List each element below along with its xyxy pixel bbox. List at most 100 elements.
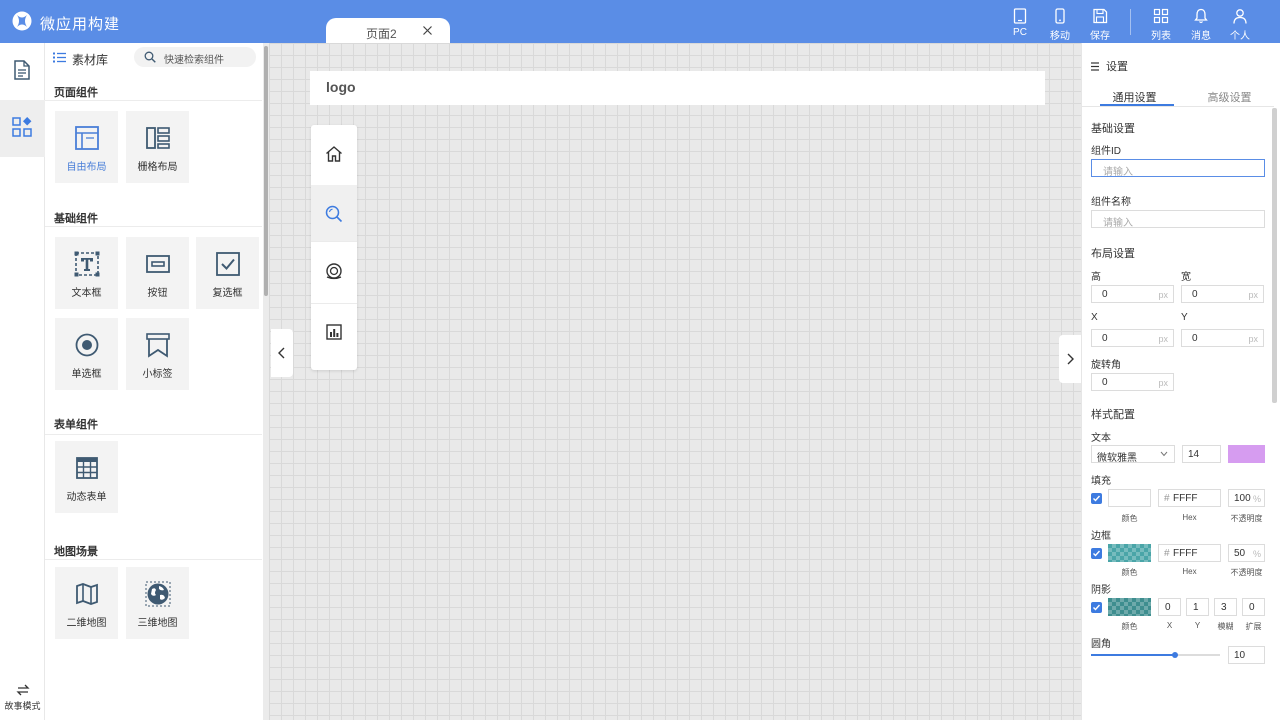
border-color-swatch[interactable] xyxy=(1108,544,1151,562)
story-mode-button[interactable]: 故事模式 xyxy=(0,683,45,712)
toolbar-save-button[interactable]: 保存 xyxy=(1080,8,1120,42)
input-value: 0 xyxy=(1249,602,1255,613)
fill-hex-input[interactable]: # FFFF xyxy=(1158,489,1221,507)
caption: 不透明度 xyxy=(1230,568,1263,577)
component-checkbox[interactable]: 复选框 xyxy=(196,237,259,309)
canvas-nav-component[interactable] xyxy=(311,125,357,370)
grid-icon xyxy=(1153,8,1169,24)
tab-general-settings[interactable]: 通用设置 xyxy=(1082,89,1187,105)
component-grid-layout[interactable]: 栅格布局 xyxy=(126,111,189,183)
canvas-nav-search[interactable] xyxy=(311,185,357,241)
border-opacity-input[interactable]: 50% xyxy=(1228,544,1265,562)
rotation-input[interactable]: 0 px xyxy=(1091,373,1174,391)
component-label: 动态表单 xyxy=(66,492,107,503)
toolbar-messages-button[interactable]: 消息 xyxy=(1181,8,1221,42)
border-checkbox[interactable] xyxy=(1091,548,1102,559)
component-name-input[interactable]: 请输入 xyxy=(1091,210,1265,229)
canvas-nav-home[interactable] xyxy=(311,125,357,181)
component-id-input[interactable]: 请输入 xyxy=(1091,159,1265,178)
button-icon xyxy=(144,250,172,278)
component-button[interactable]: 按钮 xyxy=(126,237,189,309)
chevron-down-icon xyxy=(1160,451,1168,457)
table-icon xyxy=(73,454,101,482)
caption: 颜色 xyxy=(1121,568,1138,577)
settings-title: 设置 xyxy=(1106,61,1128,73)
design-canvas[interactable]: logo xyxy=(269,43,1081,720)
canvas-nav-orbit[interactable] xyxy=(311,242,357,298)
collapse-left-button[interactable] xyxy=(271,329,293,377)
toolbar-mobile-button[interactable]: 移动 xyxy=(1040,8,1080,42)
tab-advanced-settings[interactable]: 高级设置 xyxy=(1187,89,1272,105)
toolbar-list-button[interactable]: 列表 xyxy=(1141,8,1181,42)
checkbox-icon xyxy=(214,250,242,278)
input-placeholder: 请输入 xyxy=(1103,218,1133,229)
toolbar-mobile-label: 移动 xyxy=(1050,31,1070,42)
radius-label: 圆角 xyxy=(1091,639,1111,650)
input-value: 0 xyxy=(1102,377,1108,388)
shadow-y-input[interactable]: 1 xyxy=(1186,598,1209,616)
document-icon xyxy=(11,59,33,81)
component-2d-map[interactable]: 二维地图 xyxy=(55,567,118,639)
sidebar-item-components[interactable] xyxy=(0,100,45,157)
component-free-layout[interactable]: 自由布局 xyxy=(55,111,118,183)
toolbar-messages-label: 消息 xyxy=(1191,31,1211,42)
hash-symbol: # xyxy=(1164,493,1170,504)
unit-label: px xyxy=(1158,378,1168,388)
input-value: 1 xyxy=(1193,602,1199,613)
y-input[interactable]: 0 px xyxy=(1181,329,1264,347)
page-tab[interactable]: 页面2 xyxy=(326,18,450,43)
search-icon xyxy=(144,51,156,63)
font-size-input[interactable]: 14 xyxy=(1182,445,1221,463)
input-value: 0 xyxy=(1165,602,1171,613)
text-style-label: 文本 xyxy=(1091,433,1111,444)
canvas-header-component[interactable]: logo xyxy=(310,71,1045,105)
component-name-label: 组件名称 xyxy=(1091,197,1131,208)
close-icon[interactable] xyxy=(423,26,432,35)
height-label: 高 xyxy=(1091,272,1101,283)
input-value: 10 xyxy=(1234,650,1246,661)
toolbar-pc-button[interactable]: PC xyxy=(1000,8,1040,40)
input-value: 100 xyxy=(1234,493,1251,504)
toolbar-profile-button[interactable]: 个人 xyxy=(1220,8,1260,42)
border-label: 边框 xyxy=(1091,531,1111,542)
caption: 扩展 xyxy=(1245,622,1262,631)
component-search-input[interactable]: 快速检索组件 xyxy=(134,47,256,67)
toolbar-profile-label: 个人 xyxy=(1230,31,1250,42)
shadow-checkbox[interactable] xyxy=(1091,602,1102,613)
radius-slider-handle[interactable] xyxy=(1172,652,1178,658)
shadow-x-input[interactable]: 0 xyxy=(1158,598,1181,616)
library-scrollbar-thumb[interactable] xyxy=(264,46,268,296)
canvas-nav-chart[interactable] xyxy=(311,303,357,359)
fill-opacity-input[interactable]: 100% xyxy=(1228,489,1265,507)
component-tag[interactable]: 小标签 xyxy=(126,318,189,390)
fill-color-picker[interactable] xyxy=(1108,489,1151,507)
input-value: 0 xyxy=(1192,333,1198,344)
width-input[interactable]: 0 px xyxy=(1181,285,1264,303)
section-header-basic-components: 基础组件 xyxy=(45,199,262,227)
shadow-color-swatch[interactable] xyxy=(1108,598,1151,616)
border-hex-input[interactable]: # FFFF xyxy=(1158,544,1221,562)
x-label: X xyxy=(1091,312,1098,323)
font-family-select[interactable]: 微软雅黑 xyxy=(1091,445,1175,464)
component-radio[interactable]: 单选框 xyxy=(55,318,118,390)
input-value: 3 xyxy=(1221,602,1227,613)
collapse-right-button[interactable] xyxy=(1059,335,1081,383)
input-value: 50 xyxy=(1234,548,1246,559)
shadow-blur-input[interactable]: 3 xyxy=(1214,598,1237,616)
text-color-swatch[interactable] xyxy=(1228,445,1265,463)
component-3d-map[interactable]: 三维地图 xyxy=(126,567,189,639)
shadow-spread-input[interactable]: 0 xyxy=(1242,598,1265,616)
width-label: 宽 xyxy=(1181,272,1191,283)
input-value: 14 xyxy=(1188,449,1200,460)
sidebar-item-pages[interactable] xyxy=(0,43,45,100)
component-label: 三维地图 xyxy=(137,618,178,629)
component-textbox[interactable]: 文本框 xyxy=(55,237,118,309)
radius-input[interactable]: 10 xyxy=(1228,646,1265,664)
basic-settings-heading: 基础设置 xyxy=(1091,123,1135,135)
x-input[interactable]: 0 px xyxy=(1091,329,1174,347)
settings-header: 设置 xyxy=(1090,58,1128,74)
settings-scrollbar[interactable] xyxy=(1272,108,1277,403)
component-dynamic-form[interactable]: 动态表单 xyxy=(55,441,118,513)
height-input[interactable]: 0 px xyxy=(1091,285,1174,303)
fill-checkbox[interactable] xyxy=(1091,493,1102,504)
